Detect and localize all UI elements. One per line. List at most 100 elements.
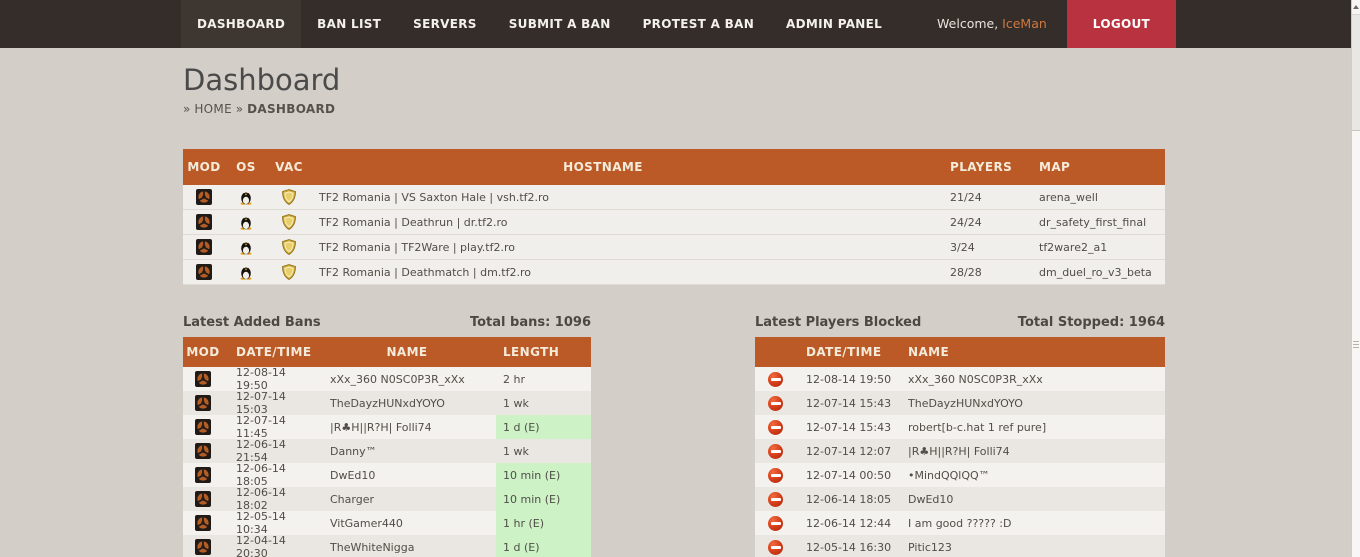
blocked-row[interactable]: 12-07-14 12:07 |R♣H||R?H| Folli74 (755, 439, 1165, 463)
blocked-datetime: 12-05-14 16:30 (796, 541, 898, 554)
col-header-os: OS (225, 160, 267, 174)
tf2-mod-icon (195, 467, 211, 483)
blocked-icon (768, 540, 783, 555)
ban-mod-cell (183, 491, 223, 507)
col-header-mod: MOD (183, 160, 225, 174)
blocked-datetime: 12-06-14 12:44 (796, 517, 898, 530)
blocked-player-name: I am good ????? :D (898, 517, 1165, 530)
ban-datetime: 12-06-14 21:54 (223, 438, 318, 464)
ban-length: 1 d (E) (496, 415, 591, 439)
ban-row[interactable]: 12-06-14 21:54 Danny™ 1 wk (183, 439, 591, 463)
nav-item[interactable]: SUBMIT A BAN (493, 0, 627, 48)
vac-shield-icon (281, 214, 297, 230)
server-mod-cell (183, 214, 225, 230)
ban-player-name: Danny™ (318, 445, 496, 458)
blocked-icon (768, 420, 783, 435)
blocked-datetime: 12-08-14 19:50 (796, 373, 898, 386)
ban-row[interactable]: 12-05-14 10:34 VitGamer440 1 hr (E) (183, 511, 591, 535)
arrow-up-icon (1353, 5, 1359, 9)
blocked-player-name: DwEd10 (898, 493, 1165, 506)
nav-item[interactable]: BAN LIST (301, 0, 397, 48)
welcome-text: Welcome, IceMan (937, 0, 1047, 48)
server-players: 21/24 (895, 191, 1007, 204)
blocked-row[interactable]: 12-07-14 00:50 •MindQQlQQ™ (755, 463, 1165, 487)
ban-row[interactable]: 12-08-14 19:50 xXx_360 N0SC0P3R_xXx 2 hr (183, 367, 591, 391)
blocked-row[interactable]: 12-07-14 15:43 TheDayzHUNxdYOYO (755, 391, 1165, 415)
page-title: Dashboard (183, 63, 1165, 97)
breadcrumb-home-link[interactable]: HOME (194, 102, 232, 116)
tf2-mod-icon (195, 539, 211, 555)
col-header-datetime: DATE/TIME (796, 345, 898, 359)
ban-row[interactable]: 12-07-14 11:45 |R♣H||R?H| Folli74 1 d (E… (183, 415, 591, 439)
scroll-up-button[interactable] (1352, 0, 1360, 15)
latest-blocked-title: Latest Players Blocked (755, 315, 921, 330)
ban-datetime: 12-06-14 18:05 (223, 462, 318, 488)
tf2-mod-icon (195, 419, 211, 435)
panel-gap (591, 315, 755, 557)
latest-bans-title: Latest Added Bans (183, 315, 321, 330)
server-row[interactable]: TF2 Romania | TF2Ware | play.tf2.ro 3/24… (183, 235, 1165, 260)
server-row[interactable]: TF2 Romania | VS Saxton Hale | vsh.tf2.r… (183, 185, 1165, 210)
ban-row[interactable]: 12-07-14 15:03 TheDayzHUNxdYOYO 1 wk (183, 391, 591, 415)
ban-datetime: 12-05-14 10:34 (223, 510, 318, 536)
blocked-row[interactable]: 12-05-14 16:30 Pitic123 (755, 535, 1165, 557)
server-row[interactable]: TF2 Romania | Deathrun | dr.tf2.ro 24/24… (183, 210, 1165, 235)
ban-datetime: 12-07-14 11:45 (223, 414, 318, 440)
ban-length: 10 min (E) (496, 487, 591, 511)
blocked-row[interactable]: 12-06-14 12:44 I am good ????? :D (755, 511, 1165, 535)
logout-button[interactable]: LOGOUT (1067, 0, 1176, 48)
ban-row[interactable]: 12-06-14 18:05 DwEd10 10 min (E) (183, 463, 591, 487)
blocked-row[interactable]: 12-07-14 15:43 robert[b-c.hat 1 ref pure… (755, 415, 1165, 439)
blocked-icon-cell (755, 396, 796, 411)
col-header-vac: VAC (267, 160, 311, 174)
server-os-cell (225, 239, 267, 255)
blocked-row[interactable]: 12-08-14 19:50 xXx_360 N0SC0P3R_xXx (755, 367, 1165, 391)
server-vac-cell (267, 214, 311, 230)
server-map: arena_well (1007, 191, 1165, 204)
vac-shield-icon (281, 264, 297, 280)
scrollbar-grip-icon (1353, 341, 1359, 348)
nav-item[interactable]: DASHBOARD (181, 0, 301, 48)
blocked-datetime: 12-06-14 18:05 (796, 493, 898, 506)
ban-mod-cell (183, 539, 223, 555)
ban-player-name: TheDayzHUNxdYOYO (318, 397, 496, 410)
scrollbar-thumb[interactable] (1352, 130, 1360, 557)
server-row[interactable]: TF2 Romania | Deathmatch | dm.tf2.ro 28/… (183, 260, 1165, 285)
blocked-icon-cell (755, 420, 796, 435)
linux-os-icon (238, 239, 254, 255)
ban-mod-cell (183, 395, 223, 411)
username-link[interactable]: IceMan (1002, 16, 1047, 31)
blocked-row[interactable]: 12-06-14 18:05 DwEd10 (755, 487, 1165, 511)
server-os-cell (225, 189, 267, 205)
latest-blocked-total: Total Stopped: 1964 (1018, 315, 1165, 330)
server-vac-cell (267, 264, 311, 280)
col-header-hostname: HOSTNAME (311, 160, 895, 174)
vertical-scrollbar (1351, 0, 1360, 557)
col-header-mod: MOD (183, 345, 223, 359)
ban-datetime: 12-06-14 18:02 (223, 486, 318, 512)
ban-mod-cell (183, 419, 223, 435)
server-mod-cell (183, 239, 225, 255)
blocked-player-name: •MindQQlQQ™ (898, 469, 1165, 482)
nav-item[interactable]: ADMIN PANEL (770, 0, 898, 48)
nav-item[interactable]: SERVERS (397, 0, 493, 48)
ban-length: 10 min (E) (496, 463, 591, 487)
bottom-panels: Latest Added Bans Total bans: 1096 MOD D… (183, 315, 1165, 557)
tf2-mod-icon (195, 395, 211, 411)
ban-row[interactable]: 12-06-14 18:02 Charger 10 min (E) (183, 487, 591, 511)
blocked-icon (768, 396, 783, 411)
server-hostname: TF2 Romania | VS Saxton Hale | vsh.tf2.r… (311, 191, 895, 204)
linux-os-icon (238, 264, 254, 280)
blocked-datetime: 12-07-14 15:43 (796, 397, 898, 410)
col-header-map: MAP (1007, 160, 1165, 174)
server-players: 24/24 (895, 216, 1007, 229)
server-map: tf2ware2_a1 (1007, 241, 1165, 254)
ban-row[interactable]: 12-04-14 20:30 TheWhiteNigga 1 d (E) (183, 535, 591, 557)
tf2-mod-icon (195, 491, 211, 507)
latest-bans-header: MOD DATE/TIME NAME LENGTH (183, 337, 591, 367)
linux-os-icon (238, 189, 254, 205)
blocked-player-name: xXx_360 N0SC0P3R_xXx (898, 373, 1165, 386)
ban-player-name: DwEd10 (318, 469, 496, 482)
nav-item[interactable]: PROTEST A BAN (627, 0, 770, 48)
blocked-datetime: 12-07-14 12:07 (796, 445, 898, 458)
